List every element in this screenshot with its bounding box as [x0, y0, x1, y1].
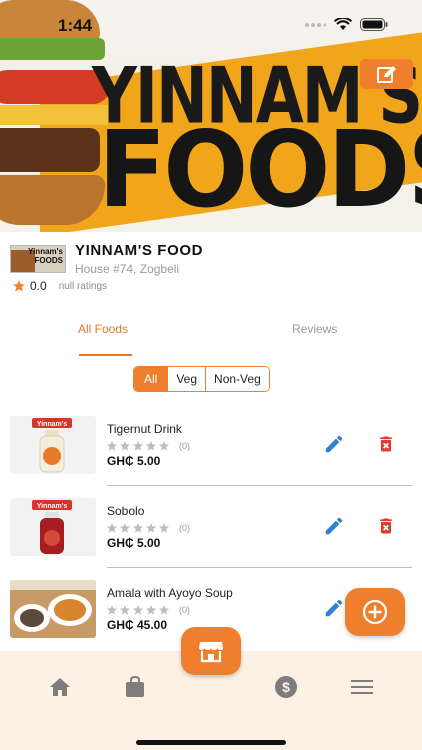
- edit-icon[interactable]: [323, 515, 345, 537]
- dollar-icon[interactable]: $: [274, 676, 298, 698]
- food-item[interactable]: Yinnam's Sobolo (0) GH₵ 5.00: [0, 496, 422, 566]
- edit-icon[interactable]: [323, 433, 345, 455]
- edit-icon: [376, 66, 396, 83]
- edit-icon[interactable]: [323, 597, 345, 619]
- delete-icon[interactable]: [376, 433, 396, 455]
- home-icon[interactable]: [48, 676, 72, 698]
- rating-label: null ratings: [58, 280, 108, 292]
- star-rating-icon: [107, 441, 169, 451]
- svg-text:Yinnam's: Yinnam's: [37, 421, 68, 428]
- food-price: GH₵ 5.00: [107, 454, 161, 468]
- food-name: Tigernut Drink: [107, 422, 182, 436]
- food-type-filter: All Veg Non-Veg: [133, 366, 270, 392]
- svg-text:Yinnam's: Yinnam's: [37, 503, 68, 510]
- wifi-icon: [334, 18, 352, 30]
- delete-icon[interactable]: [376, 515, 396, 537]
- home-indicator: [136, 740, 286, 745]
- star-rating-icon: [107, 605, 169, 615]
- food-name: Amala with Ayoyo Soup: [107, 586, 233, 600]
- food-name: Sobolo: [107, 504, 145, 518]
- plus-circle-icon: [362, 599, 388, 625]
- restaurant-logo: Yinnam's FOODS: [10, 245, 66, 273]
- battery-icon: [360, 18, 388, 31]
- store-icon: [199, 642, 223, 663]
- rating-value: 0.0: [30, 279, 47, 293]
- star-rating-icon: [107, 523, 169, 533]
- restaurant-name: YINNAM'S FOOD: [75, 242, 204, 259]
- food-rating: (0): [107, 523, 190, 533]
- divider: [107, 567, 412, 568]
- svg-text:$: $: [282, 679, 290, 695]
- rating-count: (0): [179, 605, 190, 615]
- rating-count: (0): [179, 441, 190, 451]
- tab-reviews[interactable]: Reviews: [292, 322, 337, 336]
- signal-dots-icon: [305, 22, 326, 27]
- food-thumbnail: Yinnam's: [10, 416, 96, 474]
- food-price: GH₵ 5.00: [107, 536, 161, 550]
- rating-count: (0): [179, 523, 190, 533]
- divider: [107, 485, 412, 486]
- status-time: 1:44: [58, 16, 93, 35]
- edit-cover-button[interactable]: [360, 59, 413, 89]
- restaurant-address: House #74, Zogbeli: [75, 262, 180, 276]
- add-food-button[interactable]: [345, 588, 405, 636]
- food-thumbnail: [10, 580, 96, 638]
- star-icon: [13, 280, 25, 292]
- food-rating: (0): [107, 605, 190, 615]
- bag-icon[interactable]: [123, 676, 147, 698]
- banner-brand-big: FOODS: [98, 108, 422, 232]
- food-price: GH₵ 45.00: [107, 618, 168, 632]
- tab-all-foods[interactable]: All Foods: [78, 322, 128, 336]
- filter-non-veg[interactable]: Non-Veg: [205, 367, 269, 391]
- filter-all[interactable]: All: [134, 367, 168, 391]
- food-rating: (0): [107, 441, 190, 451]
- active-tab-indicator: [79, 354, 132, 356]
- filter-veg[interactable]: Veg: [167, 367, 206, 391]
- food-item[interactable]: Yinnam's Tigernut Drink (0) GH₵ 5.00: [0, 414, 422, 484]
- restaurant-rating: 0.0 null ratings: [12, 279, 107, 293]
- food-thumbnail: Yinnam's: [10, 498, 96, 556]
- store-button[interactable]: [181, 627, 241, 675]
- tab-bar: All Foods Reviews: [0, 322, 422, 358]
- status-bar: 1:44: [0, 0, 422, 48]
- menu-icon[interactable]: [350, 676, 374, 698]
